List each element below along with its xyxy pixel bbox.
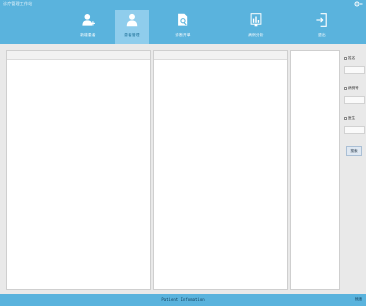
detail-panel[interactable]: [290, 50, 340, 290]
name-checkbox[interactable]: [344, 57, 347, 60]
filter-doctor: 医生: [344, 116, 366, 134]
patient-list-header: [7, 51, 150, 60]
record-list-panel[interactable]: [153, 50, 288, 290]
toolbar-add-patient-button[interactable]: 新增患者: [71, 8, 105, 44]
toolbar-item-label: 病例分析: [248, 33, 264, 37]
doctor-input[interactable]: [344, 126, 365, 134]
case-number-input[interactable]: [344, 96, 365, 104]
top-toolbar: 诊疗管理工作站 新增患者 患者管理 诊断开单 病例分析 退出: [0, 0, 366, 44]
add-person-icon: [82, 14, 95, 26]
document-search-icon: [178, 13, 188, 26]
patient-list-panel[interactable]: [6, 50, 151, 290]
toolbar-patient-management-button[interactable]: 患者管理: [115, 10, 149, 44]
toolbar-case-analysis-button[interactable]: 病例分析: [239, 8, 273, 44]
toolbar-item-label: 退出: [318, 33, 326, 37]
filter-name: 姓名: [344, 56, 366, 74]
case-number-checkbox[interactable]: [344, 87, 347, 90]
filter-name-label: 姓名: [348, 56, 356, 60]
search-button[interactable]: 搜索: [346, 146, 362, 156]
status-text: Patient Infomation: [161, 297, 205, 302]
name-input[interactable]: [344, 66, 365, 74]
person-icon: [126, 13, 138, 27]
filter-doctor-label: 医生: [348, 116, 356, 120]
status-bar: Patient Infomation 就绪: [0, 294, 366, 306]
toolbar-diagnosis-button[interactable]: 诊断开单: [166, 8, 200, 44]
toolbar-exit-button[interactable]: 退出: [305, 8, 339, 44]
window-title: 诊疗管理工作站: [3, 1, 33, 6]
settings-icon[interactable]: [354, 0, 363, 8]
status-right-text: 就绪: [354, 297, 362, 301]
toolbar-item-label: 新增患者: [80, 33, 96, 37]
toolbar-item-label: 诊断开单: [175, 33, 191, 37]
chart-icon: [250, 13, 262, 27]
exit-icon: [316, 13, 327, 27]
toolbar-item-label: 患者管理: [124, 33, 140, 37]
main-area: 姓名 病例号 医生 搜索: [0, 44, 366, 294]
filter-case-number-label: 病例号: [348, 86, 359, 90]
doctor-checkbox[interactable]: [344, 117, 347, 120]
filter-case-number: 病例号: [344, 86, 366, 104]
record-list-header: [154, 51, 287, 60]
